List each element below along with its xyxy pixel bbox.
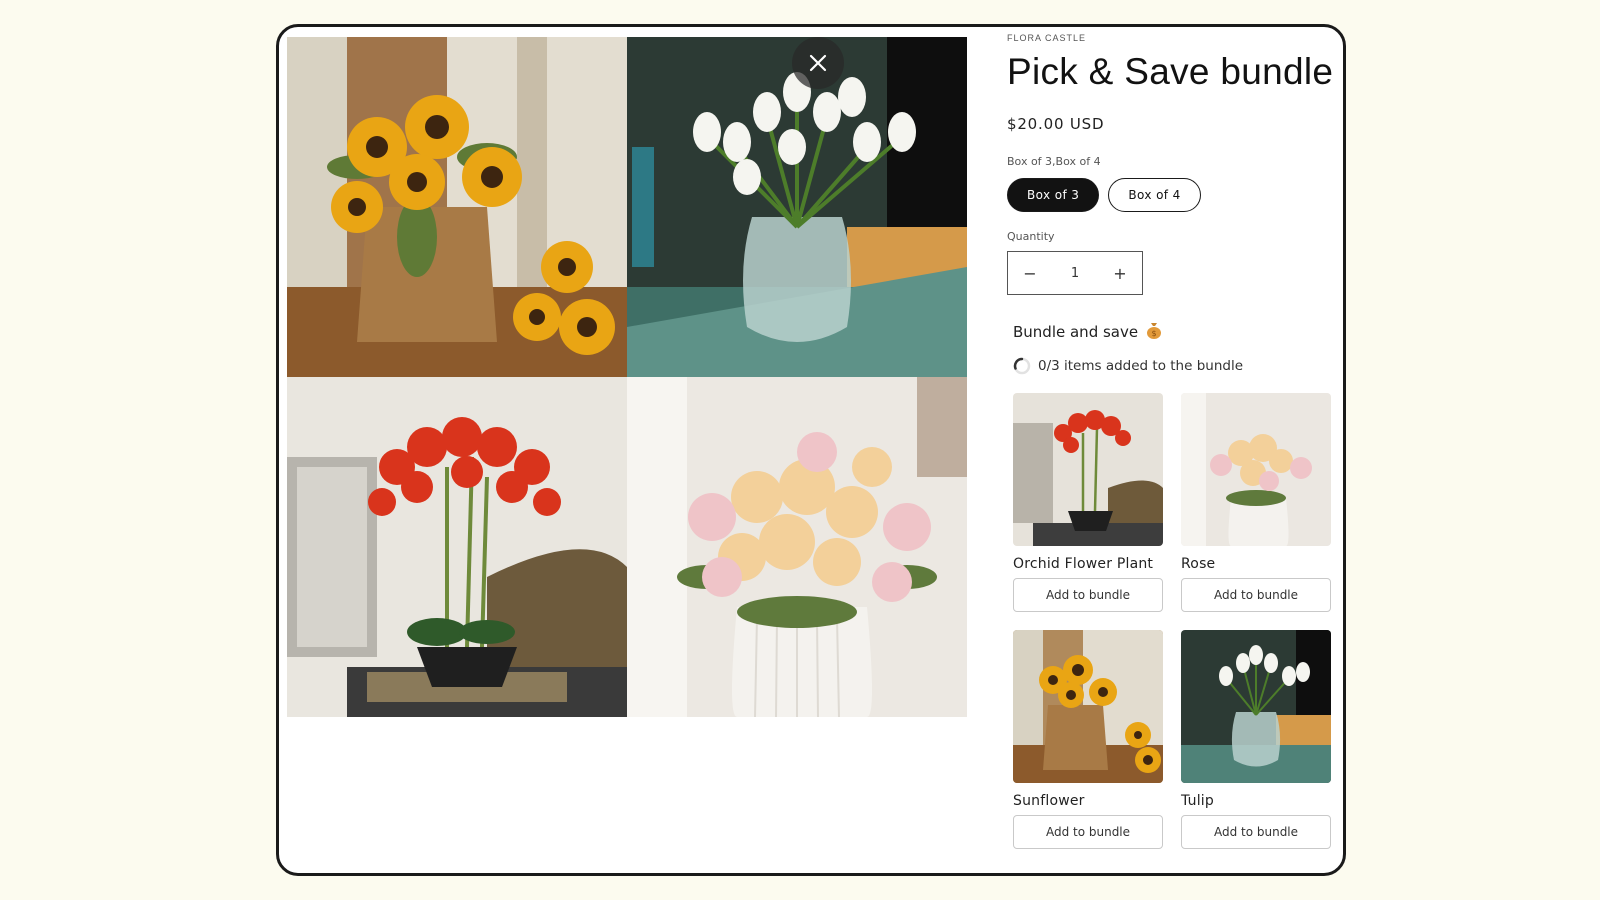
product-quick-view-modal: FLORA CASTLE Pick & Save bundle $20.00 U…: [276, 24, 1346, 876]
bundle-product-name: Rose: [1181, 556, 1216, 572]
spinner-icon: [1013, 357, 1031, 375]
add-to-bundle-button[interactable]: Add to bundle: [1013, 815, 1163, 849]
bundle-heading: Bundle and save $: [1013, 321, 1333, 343]
product-info: FLORA CASTLE Pick & Save bundle $20.00 U…: [1007, 33, 1337, 295]
close-button[interactable]: [792, 37, 844, 89]
close-icon: [809, 54, 827, 72]
rose-image[interactable]: [627, 377, 967, 717]
bundle-product-orchid: Orchid Flower Plant Add to bundle: [1013, 393, 1163, 612]
tulip-image[interactable]: [627, 37, 967, 377]
add-to-bundle-button[interactable]: Add to bundle: [1181, 815, 1331, 849]
variant-selector: Box of 3 Box of 4: [1007, 178, 1337, 212]
vendor-name: FLORA CASTLE: [1007, 33, 1087, 43]
bundle-section: Bundle and save $ 0/3 items added to the…: [1013, 321, 1333, 849]
quantity-stepper: − 1 +: [1007, 251, 1143, 295]
quantity-decrease-button[interactable]: −: [1022, 264, 1038, 283]
variant-label: Box of 3,Box of 4: [1007, 155, 1101, 168]
variant-box-of-4-button[interactable]: Box of 4: [1108, 178, 1201, 212]
sunflower-thumbnail[interactable]: [1013, 630, 1163, 783]
sunflower-image[interactable]: [287, 37, 627, 377]
rose-thumbnail[interactable]: [1181, 393, 1331, 546]
quantity-input[interactable]: 1: [1071, 266, 1079, 281]
product-title: Pick & Save bundle: [1007, 51, 1334, 92]
svg-text:$: $: [1152, 329, 1157, 338]
add-to-bundle-button[interactable]: Add to bundle: [1181, 578, 1331, 612]
add-to-bundle-button[interactable]: Add to bundle: [1013, 578, 1163, 612]
tulip-thumbnail[interactable]: [1181, 630, 1331, 783]
money-bag-icon: $: [1146, 321, 1162, 343]
product-gallery: [287, 37, 967, 717]
bundle-product-sunflower: Sunflower Add to bundle: [1013, 630, 1163, 849]
bundle-progress: 0/3 items added to the bundle: [1013, 357, 1333, 375]
bundle-product-name: Sunflower: [1013, 793, 1085, 809]
bundle-product-name: Orchid Flower Plant: [1013, 556, 1154, 572]
bundle-title: Bundle and save: [1013, 323, 1139, 341]
bundle-progress-text: 0/3 items added to the bundle: [1038, 358, 1244, 374]
quantity-increase-button[interactable]: +: [1112, 264, 1128, 283]
variant-box-of-3-button[interactable]: Box of 3: [1007, 178, 1100, 212]
bundle-product-tulip: Tulip Add to bundle: [1181, 630, 1331, 849]
bundle-product-name: Tulip: [1181, 793, 1214, 809]
bundle-product-rose: Rose Add to bundle: [1181, 393, 1331, 612]
orchid-thumbnail[interactable]: [1013, 393, 1163, 546]
bundle-product-grid: Orchid Flower Plant Add to bundle Rose A…: [1013, 393, 1333, 849]
product-price: $20.00 USD: [1007, 115, 1105, 133]
quantity-label: Quantity: [1007, 230, 1055, 243]
orchid-image[interactable]: [287, 377, 627, 717]
